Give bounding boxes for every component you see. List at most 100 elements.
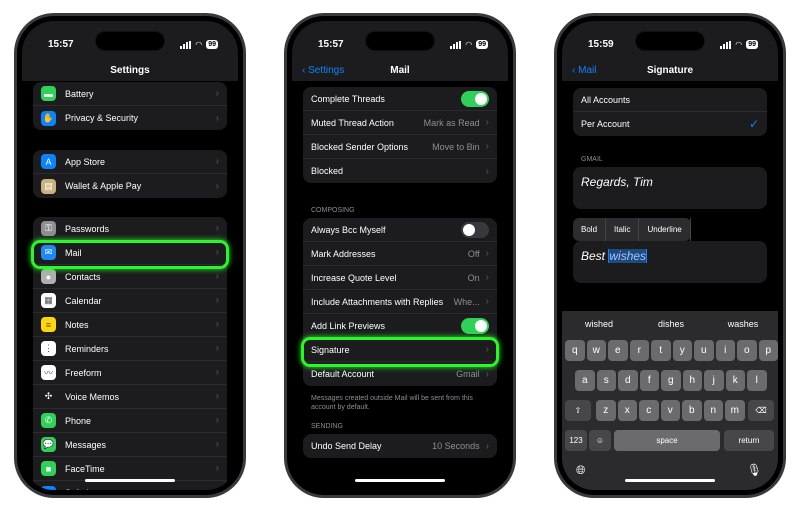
settings-row[interactable]: ⋮ Reminders › — [33, 337, 227, 361]
key-d[interactable]: d — [618, 370, 638, 391]
chevron-right-icon: › — [215, 343, 219, 354]
back-button[interactable]: ‹ Settings — [302, 65, 344, 76]
battery-icon: ▬ — [41, 86, 56, 101]
microphone-icon[interactable]: 🎙︎ — [747, 463, 762, 477]
back-button[interactable]: ‹ Mail — [572, 65, 596, 76]
key-m[interactable]: m — [725, 400, 745, 421]
row-label: Wallet & Apple Pay — [65, 181, 142, 191]
settings-row[interactable]: Blocked › — [303, 159, 497, 183]
key-y[interactable]: y — [672, 340, 692, 361]
settings-row[interactable]: ⊕ Safari› — [33, 481, 227, 490]
chevron-right-icon: › — [215, 223, 219, 234]
settings-row[interactable]: ≡ Notes › — [33, 313, 227, 337]
settings-row[interactable]: ■ FaceTime › — [33, 457, 227, 481]
settings-row[interactable]: ▬ Battery › — [33, 82, 227, 106]
signature-field-2[interactable]: Best wishes — [573, 241, 767, 283]
option-row[interactable]: Per Account ✓ — [573, 112, 767, 136]
phone-mail-settings: 15:57 ◠ 99 Mail ‹ Settings Complete Threads Mu… — [284, 13, 516, 498]
shift-key[interactable]: ⇧ — [565, 400, 591, 421]
key-i[interactable]: i — [715, 340, 735, 361]
settings-row[interactable]: A App Store › — [33, 150, 227, 174]
settings-row[interactable]: Always Bcc Myself — [303, 218, 497, 242]
key-w[interactable]: w — [586, 340, 606, 361]
signature-field-1[interactable]: Regards, Tim — [573, 167, 767, 209]
suggestion[interactable]: wished — [564, 319, 634, 329]
notes-icon: ≡ — [41, 317, 56, 332]
key-u[interactable]: u — [694, 340, 714, 361]
row-label: Reminders — [65, 343, 109, 354]
settings-row[interactable]: Undo Send Delay 10 Seconds › — [303, 434, 497, 458]
settings-row[interactable]: Add Link Previews — [303, 314, 497, 338]
key-x[interactable]: x — [617, 400, 637, 421]
row-label: Increase Quote Level — [311, 272, 397, 283]
key-g[interactable]: g — [661, 370, 681, 391]
key-r[interactable]: r — [629, 340, 649, 361]
signature-mode-group: All Accounts Per Account ✓ — [573, 88, 767, 136]
row-label: Privacy & Security — [65, 113, 139, 123]
row-label: Notes — [65, 319, 89, 330]
settings-row[interactable]: Complete Threads — [303, 87, 497, 111]
key-z[interactable]: z — [596, 400, 616, 421]
settings-row[interactable]: ✆ Phone › — [33, 409, 227, 433]
settings-row[interactable]: Mark Addresses Off › — [303, 242, 497, 266]
suggestion[interactable]: washes — [708, 319, 778, 329]
key-j[interactable]: j — [704, 370, 724, 391]
chevron-right-icon: › — [215, 319, 219, 330]
suggestion[interactable]: dishes — [636, 319, 706, 329]
key-q[interactable]: q — [565, 340, 585, 361]
wifi-icon: ◠ — [195, 40, 203, 49]
key-s[interactable]: s — [596, 370, 616, 391]
key-e[interactable]: e — [608, 340, 628, 361]
settings-row[interactable]: Include Attachments with Replies Whe... › — [303, 290, 497, 314]
key-n[interactable]: n — [703, 400, 723, 421]
space-key[interactable]: space — [614, 430, 720, 451]
toggle-switch[interactable] — [461, 317, 489, 334]
settings-row[interactable]: Increase Quote Level On › — [303, 266, 497, 290]
settings-row[interactable]: Blocked Sender Options Move to Bin › — [303, 135, 497, 159]
emoji-key[interactable]: ☺ — [589, 430, 611, 451]
key-c[interactable]: c — [639, 400, 659, 421]
format-bold-button[interactable]: Bold — [573, 218, 607, 241]
key-k[interactable]: k — [725, 370, 745, 391]
key-f[interactable]: f — [639, 370, 659, 391]
toggle-switch[interactable] — [461, 221, 489, 238]
nav-title: Settings — [110, 65, 150, 76]
delete-key[interactable]: ⌫ — [748, 400, 774, 421]
key-a[interactable]: a — [575, 370, 595, 391]
settings-group: Undo Send Delay 10 Seconds › — [303, 434, 497, 458]
key-123[interactable]: 123 — [565, 430, 587, 451]
row-value: Move to Bin — [432, 141, 480, 152]
signature-text: Regards, Tim — [581, 175, 653, 189]
settings-row[interactable]: 💬 Messages › — [33, 433, 227, 457]
battery-level: 99 — [746, 40, 758, 49]
key-v[interactable]: v — [660, 400, 680, 421]
option-label: Per Account — [581, 119, 630, 129]
format-underline-button[interactable]: Underline — [639, 218, 691, 241]
key-t[interactable]: t — [651, 340, 671, 361]
key-b[interactable]: b — [682, 400, 702, 421]
home-indicator[interactable] — [355, 479, 445, 482]
key-l[interactable]: l — [747, 370, 767, 391]
settings-group: A App Store › ▤ Wallet & Apple Pay › — [33, 150, 227, 198]
settings-row[interactable]: Muted Thread Action Mark as Read › — [303, 111, 497, 135]
status-icons: ◠ 99 — [450, 40, 488, 49]
status-time: 15:57 — [48, 39, 74, 50]
settings-row[interactable]: ⚿ Passwords › — [33, 217, 227, 241]
settings-row[interactable]: ▤ Wallet & Apple Pay › — [33, 174, 227, 198]
key-p[interactable]: p — [758, 340, 778, 361]
row-label: Messages — [65, 439, 107, 450]
settings-row[interactable]: ✋ Privacy & Security › — [33, 106, 227, 130]
settings-row[interactable]: 〰 Freeform › — [33, 361, 227, 385]
key-h[interactable]: h — [682, 370, 702, 391]
globe-icon[interactable]: 🌐︎ — [576, 463, 586, 478]
key-o[interactable]: o — [737, 340, 757, 361]
option-row[interactable]: All Accounts — [573, 88, 767, 112]
toggle-switch[interactable] — [461, 90, 489, 107]
row-label: Always Bcc Myself — [311, 224, 386, 235]
home-indicator[interactable] — [85, 479, 175, 482]
format-italic-button[interactable]: Italic — [606, 218, 640, 241]
settings-row[interactable]: ✣ Voice Memos › — [33, 385, 227, 409]
home-indicator[interactable] — [625, 479, 715, 482]
settings-row[interactable]: ▦ Calendar › — [33, 289, 227, 313]
return-key[interactable]: return — [724, 430, 774, 451]
